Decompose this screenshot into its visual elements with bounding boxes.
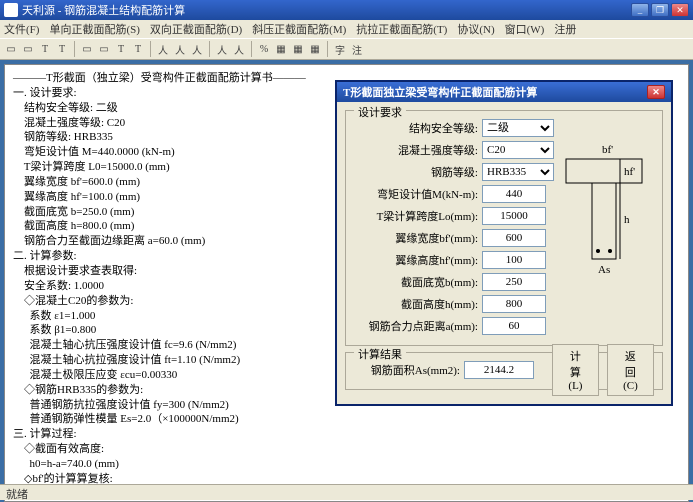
svg-text:As: As (598, 264, 610, 276)
statusbar: 就绪 (0, 484, 693, 500)
tool-k-icon[interactable]: ▦ (274, 42, 288, 56)
safety-select[interactable]: 二级 (482, 119, 554, 137)
tool-e-icon[interactable]: 人 (156, 42, 170, 56)
menu-agree[interactable]: 协议(N) (457, 21, 494, 37)
app-icon (4, 3, 18, 17)
titlebar: 天利源 - 钢筋混凝土结构配筋计算 _ ❐ ✕ (0, 0, 693, 20)
tool-l-icon[interactable]: ▦ (291, 42, 305, 56)
a-input[interactable] (482, 317, 546, 335)
minimize-button[interactable]: _ (631, 3, 649, 17)
status-text: 就绪 (6, 489, 28, 501)
tool-t2-icon[interactable]: T (55, 42, 69, 56)
menu-tension[interactable]: 抗拉正截面配筋(T) (356, 21, 447, 37)
tool-b-icon[interactable]: ▭ (97, 42, 111, 56)
tool-j-icon[interactable]: % (257, 42, 271, 56)
menu-single[interactable]: 单向正截面配筋(S) (49, 21, 139, 37)
window-title: 天利源 - 钢筋混凝土结构配筋计算 (22, 2, 185, 18)
tool-c-icon[interactable]: T (114, 42, 128, 56)
result-group: 计算结果 钢筋面积As(mm2): 计算(L) 返回(C) (345, 352, 663, 390)
design-req-group: 设计要求 结构安全等级:二级 混凝土强度等级:C20 钢筋等级:HRB335 弯… (345, 110, 663, 346)
lbl-h: 截面高度h(mm): (354, 296, 482, 312)
calc-dialog: T形截面独立梁受弯构件正截面配筋计算 ✕ 设计要求 结构安全等级:二级 混凝土强… (335, 80, 673, 406)
group2-legend: 计算结果 (354, 346, 406, 362)
return-button[interactable]: 返回(C) (607, 344, 654, 396)
result-output (464, 361, 534, 379)
lbl-span: T梁计算跨度Lo(mm): (354, 208, 482, 224)
tool-exit-icon[interactable]: 注 (350, 42, 364, 56)
tool-t1-icon[interactable]: T (38, 42, 52, 56)
menu-diag[interactable]: 斜压正截面配筋(M) (252, 21, 346, 37)
toolbar: ▭ ▭ T T ▭ ▭ T T 人 人 人 人 人 % ▦ ▦ ▦ 字 注 (0, 38, 693, 60)
b-input[interactable] (482, 273, 546, 291)
tool-open-icon[interactable]: ▭ (21, 42, 35, 56)
hf-input[interactable] (482, 251, 546, 269)
h-input[interactable] (482, 295, 546, 313)
span-input[interactable] (482, 207, 546, 225)
t-section-diagram: bf' hf' h As (558, 139, 650, 282)
dialog-close-button[interactable]: ✕ (647, 85, 665, 99)
lbl-moment: 弯矩设计值M(kN-m): (354, 186, 482, 202)
svg-text:h: h (624, 214, 630, 226)
dialog-title: T形截面独立梁受弯构件正截面配筋计算 (343, 84, 537, 100)
menu-window[interactable]: 窗口(W) (505, 21, 545, 37)
lbl-bf: 翼缘宽度bf'(mm): (354, 230, 482, 246)
group1-legend: 设计要求 (354, 104, 406, 120)
steel-select[interactable]: HRB335 (482, 163, 554, 181)
svg-text:bf': bf' (602, 144, 613, 156)
doc-line: ◇截面有效高度: (13, 442, 680, 457)
menu-double[interactable]: 双向正截面配筋(D) (150, 21, 242, 37)
tool-d-icon[interactable]: T (131, 42, 145, 56)
menu-file[interactable]: 文件(F) (4, 21, 39, 37)
menubar: 文件(F) 单向正截面配筋(S) 双向正截面配筋(D) 斜压正截面配筋(M) 抗… (0, 20, 693, 38)
maximize-button[interactable]: ❐ (651, 3, 669, 17)
doc-line: 普通钢筋弹性模量 Es=2.0（×100000N/mm2) (13, 412, 680, 427)
moment-input[interactable] (482, 185, 546, 203)
tool-f-icon[interactable]: 人 (173, 42, 187, 56)
doc-line: 三. 计算过程: (13, 427, 680, 442)
bf-input[interactable] (482, 229, 546, 247)
tool-i-icon[interactable]: 人 (232, 42, 246, 56)
concrete-select[interactable]: C20 (482, 141, 554, 159)
dialog-titlebar: T形截面独立梁受弯构件正截面配筋计算 ✕ (337, 82, 671, 102)
tool-m-icon[interactable]: ▦ (308, 42, 322, 56)
svg-text:hf': hf' (624, 166, 635, 178)
tool-a-icon[interactable]: ▭ (80, 42, 94, 56)
lbl-result: 钢筋面积As(mm2): (354, 362, 464, 378)
tool-g-icon[interactable]: 人 (190, 42, 204, 56)
tool-h-icon[interactable]: 人 (215, 42, 229, 56)
calc-button[interactable]: 计算(L) (552, 344, 599, 396)
close-button[interactable]: ✕ (671, 3, 689, 17)
menu-register[interactable]: 注册 (554, 21, 576, 37)
doc-line: h0=h-a=740.0 (mm) (13, 457, 680, 472)
lbl-a: 钢筋合力点距离a(mm): (354, 318, 482, 334)
lbl-concrete: 混凝土强度等级: (354, 142, 482, 158)
lbl-b: 截面底宽b(mm): (354, 274, 482, 290)
lbl-safety: 结构安全等级: (354, 120, 482, 136)
lbl-steel: 钢筋等级: (354, 164, 482, 180)
tool-new-icon[interactable]: ▭ (4, 42, 18, 56)
lbl-hf: 翼缘高度hf'(mm): (354, 252, 482, 268)
tool-font-icon[interactable]: 字 (333, 42, 347, 56)
